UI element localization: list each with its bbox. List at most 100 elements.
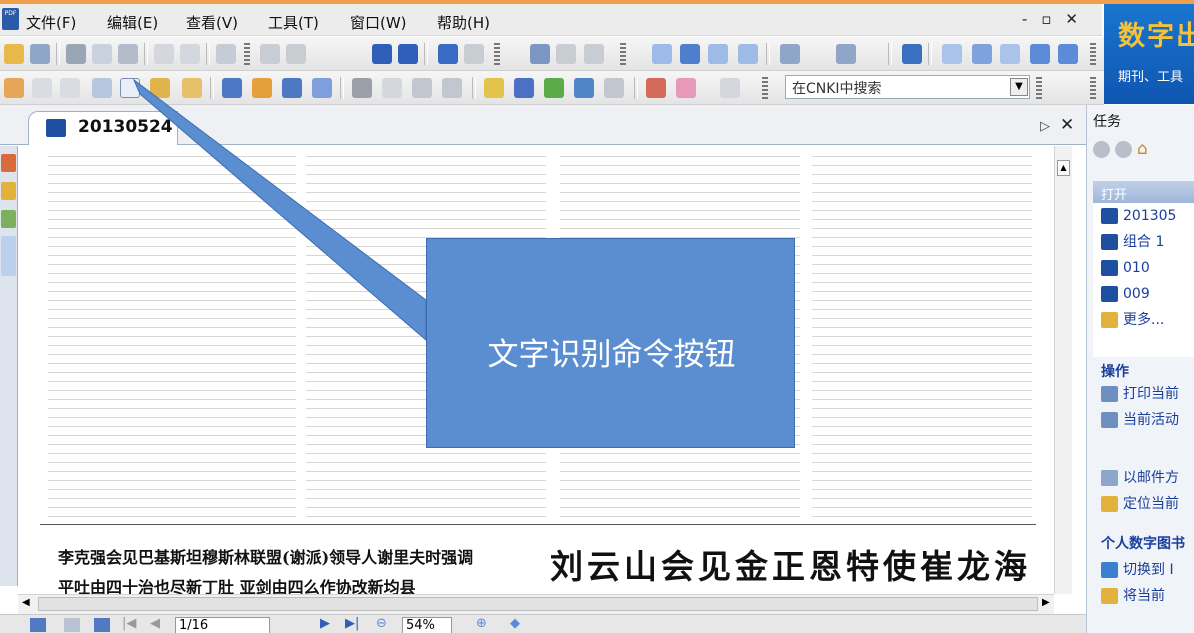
rotate-icon[interactable]: [780, 44, 800, 64]
menu-window[interactable]: 窗口(W): [350, 12, 407, 33]
minimize-button[interactable]: -: [1022, 10, 1041, 28]
menu-edit[interactable]: 编辑(E): [107, 12, 158, 33]
annotation-panel-icon[interactable]: [1, 154, 16, 172]
toolbar-grip[interactable]: [494, 43, 500, 65]
forward-icon[interactable]: [1115, 141, 1132, 158]
ocr-text-recognition-icon[interactable]: [120, 78, 140, 98]
scroll-thumb[interactable]: [38, 597, 1038, 611]
hand-tool-icon[interactable]: [4, 78, 24, 98]
home-icon[interactable]: ⌂: [1137, 139, 1148, 159]
scroll-up-icon[interactable]: ▲: [1057, 160, 1070, 176]
toolbar-grip[interactable]: [1090, 43, 1096, 65]
continuous-page-icon[interactable]: [680, 44, 700, 64]
edit-note-icon[interactable]: [646, 78, 666, 98]
next-page-icon[interactable]: [372, 44, 392, 64]
save-icon[interactable]: [30, 44, 50, 64]
tab-scroll-icon[interactable]: ▷: [1040, 119, 1050, 134]
open-item[interactable]: 组合 1: [1093, 229, 1194, 255]
close-window-button[interactable]: ✕: [1065, 10, 1092, 28]
cover-pages-icon[interactable]: [738, 44, 758, 64]
cnki-search-input[interactable]: 在CNKI中搜索: [785, 75, 1030, 99]
scroll-right-icon[interactable]: ▶: [1042, 597, 1050, 608]
back-icon[interactable]: [1093, 141, 1110, 158]
select-arrow-icon[interactable]: [32, 78, 52, 98]
snapshot-icon[interactable]: [150, 78, 170, 98]
toolbar-grip[interactable]: [620, 43, 626, 65]
attachment-tool-icon[interactable]: [382, 78, 402, 98]
image-select-icon[interactable]: [92, 78, 112, 98]
rectangle-tool-icon[interactable]: [282, 78, 302, 98]
favorite-icon[interactable]: [676, 78, 696, 98]
text-select-icon[interactable]: [60, 78, 80, 98]
layout-icon[interactable]: [836, 44, 856, 64]
restore-button[interactable]: ▫: [1041, 10, 1065, 28]
chevron-down-icon[interactable]: ▼: [1010, 78, 1028, 96]
undo-icon[interactable]: [556, 44, 576, 64]
ellipse-tool-icon[interactable]: [312, 78, 332, 98]
zoom-in-icon[interactable]: ⊕: [476, 616, 487, 631]
zoom-out-icon[interactable]: [1058, 44, 1078, 64]
prev-page-icon[interactable]: ◀: [150, 616, 160, 631]
toolbar-grip[interactable]: [1036, 77, 1042, 99]
back-icon[interactable]: [438, 44, 458, 64]
open-item[interactable]: 201305: [1093, 203, 1194, 229]
actual-size-icon[interactable]: [942, 44, 962, 64]
open-item[interactable]: 009: [1093, 281, 1194, 307]
first-page-icon[interactable]: |◀: [122, 616, 136, 631]
open-more-item[interactable]: 更多...: [1093, 307, 1194, 333]
thumbnail-panel-icon[interactable]: [1, 210, 16, 228]
zoom-field[interactable]: 54%: [402, 617, 452, 633]
page-layout-icon[interactable]: [64, 618, 80, 632]
window-controls[interactable]: -▫✕: [1022, 10, 1092, 28]
page-layout-icon[interactable]: [94, 618, 110, 632]
stamp-tool-icon[interactable]: [412, 78, 432, 98]
open-panel-header[interactable]: 打开: [1093, 181, 1194, 203]
zoom-in-icon[interactable]: [1030, 44, 1050, 64]
fullscreen-icon[interactable]: [902, 44, 922, 64]
close-tab-icon[interactable]: ✕: [1060, 115, 1074, 135]
open-item[interactable]: 010: [1093, 255, 1194, 281]
zoom-out-icon[interactable]: ⊖: [376, 616, 387, 631]
menu-view[interactable]: 查看(V): [186, 12, 238, 33]
print-icon[interactable]: [66, 44, 86, 64]
zoom-tool-icon[interactable]: [530, 44, 550, 64]
bookmark-panel-icon[interactable]: [1, 182, 16, 200]
first-page-icon[interactable]: [260, 44, 280, 64]
toolbar-grip[interactable]: [1090, 77, 1096, 99]
share-item[interactable]: 定位当前: [1093, 491, 1194, 517]
forward-icon[interactable]: [464, 44, 484, 64]
vertical-scrollbar[interactable]: ▲: [1054, 146, 1072, 594]
copy-icon[interactable]: [154, 44, 174, 64]
open-folder-icon[interactable]: [4, 44, 24, 64]
panel-label-tab[interactable]: [1, 236, 16, 276]
fit-width-icon[interactable]: [1000, 44, 1020, 64]
scroll-left-icon[interactable]: ◀: [22, 597, 30, 608]
knowledge-icon[interactable]: [544, 78, 564, 98]
zoom-marker-icon[interactable]: ◆: [510, 616, 520, 631]
menu-help[interactable]: 帮助(H): [437, 12, 490, 33]
highlight-hand-icon[interactable]: [182, 78, 202, 98]
paste-icon[interactable]: [180, 44, 200, 64]
print-preview-icon[interactable]: [92, 44, 112, 64]
last-page-icon[interactable]: [398, 44, 418, 64]
toolbar-grip[interactable]: [762, 77, 768, 99]
anchor-icon[interactable]: [574, 78, 594, 98]
last-page-icon[interactable]: ▶|: [345, 616, 359, 631]
share-item[interactable]: 以邮件方: [1093, 465, 1194, 491]
ops-item[interactable]: 当前活动: [1093, 407, 1194, 433]
page-layout-icon[interactable]: [30, 618, 46, 632]
toolbar-grip[interactable]: [244, 43, 250, 65]
bookmark-star-icon[interactable]: [514, 78, 534, 98]
single-page-icon[interactable]: [652, 44, 672, 64]
personal-item[interactable]: 切换到 I: [1093, 557, 1194, 583]
redo-icon[interactable]: [584, 44, 604, 64]
facing-pages-icon[interactable]: [708, 44, 728, 64]
sound-tool-icon[interactable]: [442, 78, 462, 98]
prev-page-icon[interactable]: [286, 44, 306, 64]
highlighter-icon[interactable]: [484, 78, 504, 98]
horizontal-scrollbar[interactable]: ◀ ▶: [18, 594, 1054, 614]
personal-item[interactable]: 将当前: [1093, 583, 1194, 609]
line-tool-icon[interactable]: [222, 78, 242, 98]
menu-tools[interactable]: 工具(T): [268, 12, 319, 33]
next-page-icon[interactable]: ▶: [320, 616, 330, 631]
